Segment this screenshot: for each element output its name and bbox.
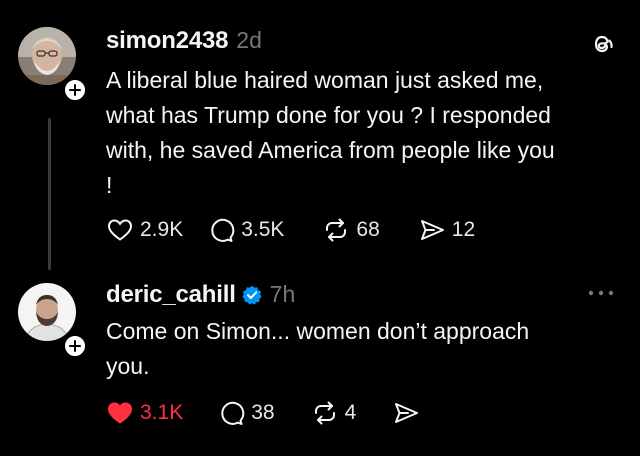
send-icon (395, 403, 419, 423)
share-count: 12 (451, 218, 476, 241)
avatar-image (18, 27, 76, 85)
like-button[interactable]: 3.1K (106, 399, 183, 427)
post-body-line: ! (106, 172, 113, 198)
post-simon2438: simon2438 2d A liberal blue haired woman… (0, 0, 640, 270)
post-actions: 3.1K 38 4 (106, 399, 420, 427)
username[interactable]: simon2438 (106, 27, 228, 55)
post-body: Come on Simon... women don’t approach yo… (106, 314, 626, 384)
verified-badge-icon (242, 285, 262, 305)
follow-plus-button[interactable] (62, 333, 88, 359)
timestamp: 2d (236, 27, 262, 53)
post-deric_cahill: deric_cahill 7h Come on Simon... women d… (0, 270, 640, 456)
comment-icon (221, 401, 245, 425)
repost-count: 68 (356, 218, 380, 241)
heart-filled-icon (107, 402, 133, 424)
share-button[interactable] (392, 399, 420, 427)
repost-button[interactable]: 68 (322, 216, 380, 244)
reply-count: 3.5K (241, 218, 285, 241)
reply-count: 38 (251, 401, 275, 424)
username[interactable]: deric_cahill (106, 281, 236, 309)
share-button[interactable]: 12 (418, 216, 475, 244)
comment-icon (211, 218, 235, 242)
repost-button[interactable]: 4 (311, 399, 357, 427)
timestamp: 7h (269, 281, 296, 307)
post-body-line: with, he saved America from people like … (106, 137, 555, 163)
post-actions: 2.9K 3.5K 68 12 (106, 216, 475, 244)
repost-icon (326, 218, 347, 242)
post-body-line: A liberal blue haired woman just asked m… (106, 67, 544, 93)
like-button[interactable]: 2.9K (106, 216, 183, 244)
post-body-line: what has Trump done for you ? I responde… (106, 102, 551, 128)
send-icon (420, 220, 444, 240)
like-count: 3.1K (140, 401, 184, 424)
repost-count: 4 (344, 401, 357, 424)
post-body-line: you. (106, 353, 150, 379)
avatar-deric_cahill[interactable] (18, 283, 76, 341)
post-body-line: Come on Simon... women don’t approach (106, 318, 530, 344)
more-options-icon[interactable] (586, 288, 616, 298)
avatar-image (18, 283, 76, 341)
follow-plus-button[interactable] (62, 77, 88, 103)
threads-logo-icon[interactable] (588, 30, 616, 58)
plus-icon (69, 340, 81, 352)
reply-button[interactable]: 38 (217, 399, 275, 427)
plus-icon (69, 84, 81, 96)
heart-icon (107, 219, 133, 241)
like-count: 2.9K (140, 218, 184, 241)
thread-connector-line (48, 118, 51, 270)
post-body: A liberal blue haired woman just asked m… (106, 63, 626, 203)
post-header: deric_cahill 7h (106, 281, 295, 309)
reply-button[interactable]: 3.5K (207, 216, 284, 244)
avatar-simon2438[interactable] (18, 27, 76, 85)
repost-icon (314, 401, 335, 425)
post-header: simon2438 2d (106, 27, 262, 55)
